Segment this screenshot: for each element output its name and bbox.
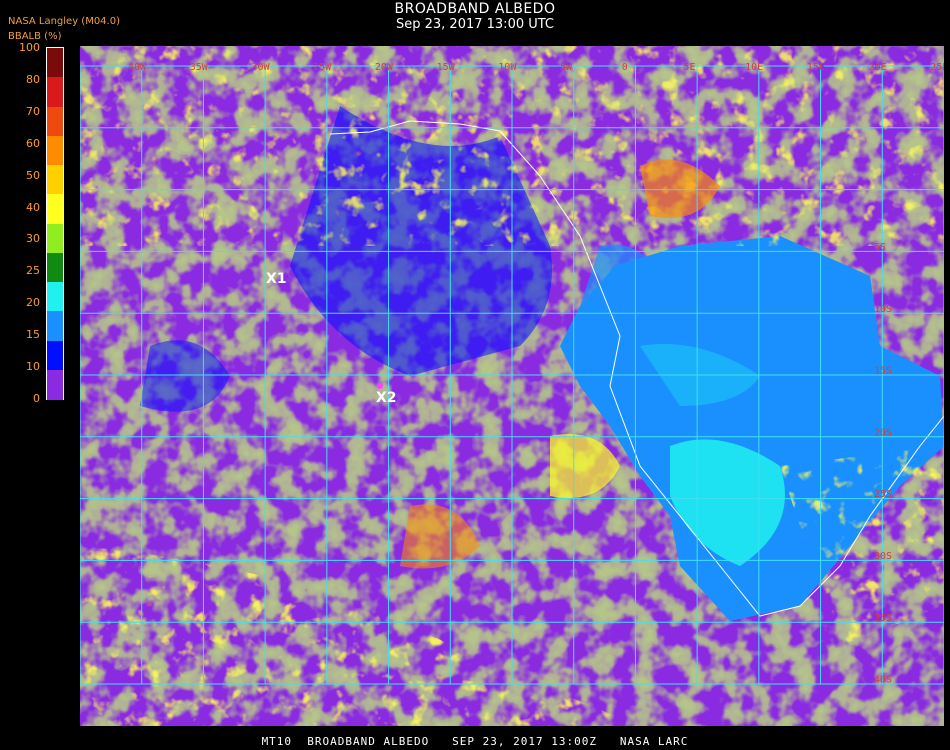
colorbar-segment xyxy=(47,252,63,283)
colorbar-label: 10 xyxy=(26,360,40,374)
colorbar-label: 60 xyxy=(26,136,40,150)
colorbar-label: 30 xyxy=(26,232,40,246)
colorbar-label: 20 xyxy=(26,296,40,310)
longitude-label: 25E xyxy=(930,62,944,73)
colorbar-label: 100 xyxy=(19,41,40,54)
longitude-label: 20W xyxy=(375,62,394,73)
colorbar-segment xyxy=(47,194,63,225)
latitude-label: 10S xyxy=(874,304,892,315)
longitude-label: 15E xyxy=(807,62,825,73)
colorbar-segment xyxy=(47,106,63,137)
longitude-label: 15W xyxy=(437,62,456,73)
longitude-label: 10E xyxy=(745,62,763,73)
map-title: BROADBAND ALBEDO xyxy=(394,1,556,17)
footer-caption: MT10 BROADBAND ALBEDO SEP 23, 2017 13:00… xyxy=(261,735,689,748)
colorbar-segment xyxy=(47,77,63,108)
colorbar-label: 40 xyxy=(26,200,40,214)
colorbar-segment xyxy=(47,340,63,371)
colorbar-label: 50 xyxy=(26,168,40,182)
colorbar-segment xyxy=(47,282,63,312)
colorbar-label: 0 xyxy=(33,392,40,405)
longitude-label: 5E xyxy=(683,62,695,73)
marker-x2: X2 xyxy=(376,390,397,406)
colorbar-segment xyxy=(47,165,63,195)
longitude-label: 40W xyxy=(128,62,147,73)
marker-x1: X1 xyxy=(266,271,287,287)
colorbar-segment xyxy=(47,311,63,342)
longitude-label: 5W xyxy=(560,62,573,73)
colorbar xyxy=(46,47,64,400)
longitude-label: 25W xyxy=(313,62,332,73)
colorbar-label: 70 xyxy=(26,104,40,118)
latitude-label: 40S xyxy=(874,675,892,686)
latitude-label: 30S xyxy=(874,551,892,562)
colorbar-label: 80 xyxy=(26,72,40,86)
latitude-label: 25S xyxy=(874,489,892,500)
colorbar-segment xyxy=(47,223,63,254)
colorbar-segment xyxy=(47,135,63,166)
marker-x2-dot xyxy=(377,383,383,389)
longitude-label: 10W xyxy=(498,62,517,73)
latitude-label: 20S xyxy=(874,427,892,438)
colorbar-segment xyxy=(47,48,63,78)
colorbar-segment xyxy=(47,369,63,400)
albedo-map: 40W 35W 30W 25W 20W 15W 10W 5W 0 5E 10E 15E 20E 25E 30… xyxy=(80,46,944,726)
latitude-label: 35S xyxy=(874,613,892,624)
colorbar-label: 15 xyxy=(26,328,40,342)
longitude-label: 0 xyxy=(622,62,628,73)
latitude-label: 5S xyxy=(874,242,886,253)
colorbar-label: 25 xyxy=(26,264,40,278)
longitude-label: 35W xyxy=(190,62,209,73)
product-source: NASA Langley (M04.0) xyxy=(8,16,120,27)
latitude-label: 15S xyxy=(874,366,892,377)
map-timestamp: Sep 23, 2017 13:00 UTC xyxy=(395,17,555,32)
longitude-label: 30W xyxy=(251,62,270,73)
longitude-label: 20E xyxy=(869,62,887,73)
